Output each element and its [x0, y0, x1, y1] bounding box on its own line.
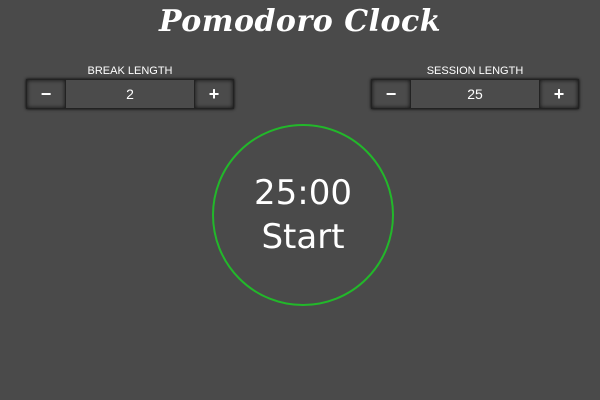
- timer-state-label: Start: [261, 217, 345, 257]
- break-increment-button[interactable]: +: [194, 79, 234, 109]
- break-length-label: BREAK LENGTH: [87, 65, 173, 77]
- break-length-value: 2: [66, 79, 194, 109]
- session-length-label: SESSION LENGTH: [426, 65, 524, 77]
- session-decrement-button[interactable]: −: [371, 79, 411, 109]
- break-length-stepper: − 2 +: [26, 79, 234, 109]
- break-length-control: BREAK LENGTH − 2 +: [26, 64, 234, 109]
- page-title: Pomodoro Clock: [158, 4, 442, 39]
- session-length-stepper: − 25 +: [371, 79, 579, 109]
- timer-time-display: 25:00: [254, 173, 352, 213]
- break-decrement-button[interactable]: −: [26, 79, 66, 109]
- session-length-control: SESSION LENGTH − 25 +: [371, 64, 579, 109]
- timer-clock-button[interactable]: 25:00 Start: [212, 124, 394, 306]
- session-increment-button[interactable]: +: [539, 79, 579, 109]
- session-length-value: 25: [411, 79, 539, 109]
- pomodoro-app: Pomodoro Clock BREAK LENGTH − 2 + SESSIO…: [0, 0, 600, 400]
